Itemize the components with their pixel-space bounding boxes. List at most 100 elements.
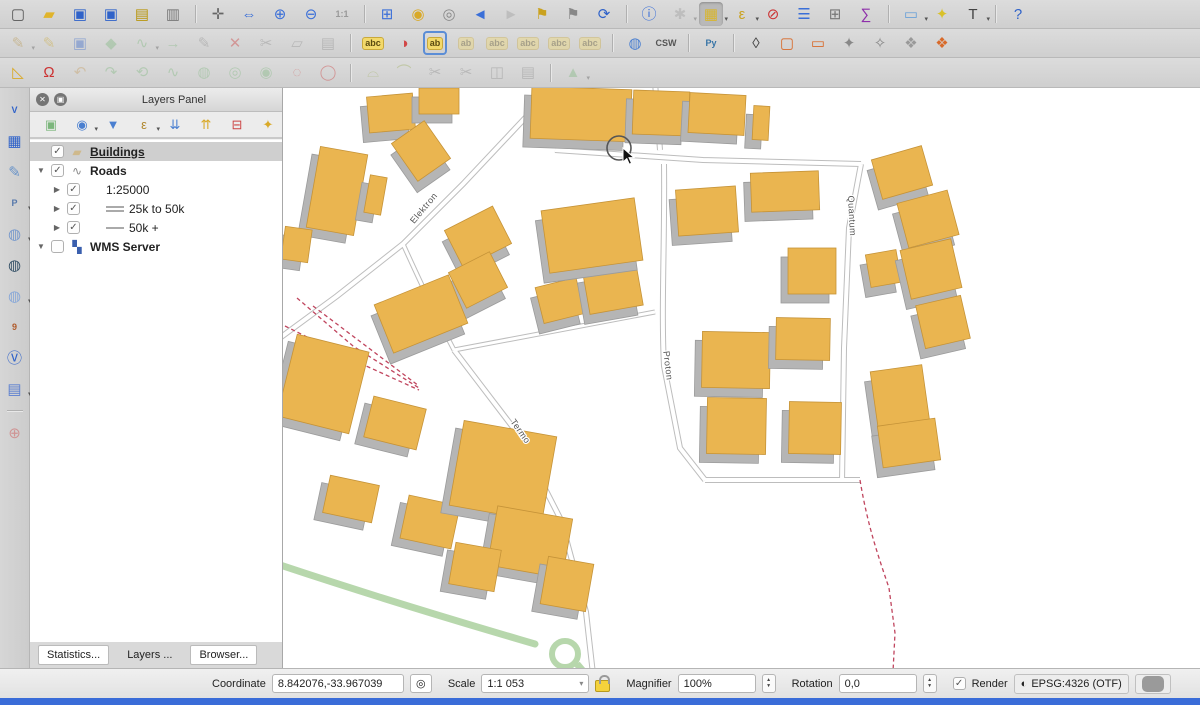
- layer-checkbox[interactable]: ✓: [51, 145, 64, 158]
- pan-map-button[interactable]: ✛: [206, 2, 230, 26]
- map-tips-button[interactable]: ✦: [930, 2, 954, 26]
- tab-layers[interactable]: Layers ...: [119, 646, 180, 664]
- add-part-button[interactable]: ◎: [223, 61, 247, 85]
- split-features-button[interactable]: ✂: [423, 61, 447, 85]
- copy-features-button[interactable]: ▱: [285, 31, 309, 55]
- add-oracle-layer-button[interactable]: 9: [3, 315, 27, 339]
- open-project-button[interactable]: ▰: [37, 2, 61, 26]
- zoom-full-button[interactable]: ⊞: [375, 2, 399, 26]
- add-web-service-button[interactable]: ◍: [623, 31, 647, 55]
- layer-roads[interactable]: ▼ ✓ ∿ Roads: [30, 161, 282, 180]
- scale-combobox[interactable]: 1:1 053 ▾: [481, 674, 589, 693]
- rotate-label-button[interactable]: abc: [547, 31, 571, 55]
- move-label-button[interactable]: abc: [516, 31, 540, 55]
- sep[interactable]: [3, 408, 27, 414]
- new-print-composer-button[interactable]: ▤: [130, 2, 154, 26]
- composer-manager-button[interactable]: ▥: [161, 2, 185, 26]
- simplify-feature-button[interactable]: ∿: [161, 61, 185, 85]
- filter-legend-button[interactable]: ▼: [102, 114, 124, 136]
- tab-browser[interactable]: Browser...: [190, 645, 257, 665]
- identify-features-button[interactable]: ⓘ: [637, 2, 661, 26]
- add-wfs-layer-button[interactable]: ◍: [3, 284, 27, 308]
- new-bookmark-button[interactable]: ⚑: [530, 2, 554, 26]
- statistical-summary-button[interactable]: ∑: [854, 2, 878, 26]
- layer-checkbox[interactable]: [51, 240, 64, 253]
- rotate-feature-button[interactable]: ⟲: [130, 61, 154, 85]
- layer-checkbox[interactable]: ✓: [67, 221, 80, 234]
- layer-checkbox[interactable]: ✓: [51, 164, 64, 177]
- python-console-button[interactable]: Py: [699, 31, 723, 55]
- tab-statistics[interactable]: Statistics...: [38, 645, 109, 665]
- reshape-features-button[interactable]: ⌓: [361, 61, 385, 85]
- save-project-button[interactable]: ▣: [68, 2, 92, 26]
- show-bookmarks-button[interactable]: ⚑: [561, 2, 585, 26]
- undo-button[interactable]: ↶: [68, 61, 92, 85]
- extent-select-button[interactable]: ▢: [775, 31, 799, 55]
- sep[interactable]: [885, 2, 892, 26]
- layer-labeling-button[interactable]: abc: [361, 31, 385, 55]
- split-parts-button[interactable]: ✂: [454, 61, 478, 85]
- sep[interactable]: [623, 2, 630, 26]
- add-postgis-layer-button[interactable]: P: [3, 191, 27, 215]
- coordinate-input[interactable]: 8.842076,-33.967039: [272, 674, 404, 693]
- crs-status-button[interactable]: ◐ EPSG:4326 (OTF): [1014, 674, 1129, 694]
- save-project-as-button[interactable]: ▣: [99, 2, 123, 26]
- save-layer-edits-button[interactable]: ▣: [68, 31, 92, 55]
- plugin-installed-button[interactable]: ❖: [899, 31, 923, 55]
- expand-all-button[interactable]: ⇊: [164, 114, 186, 136]
- merge-features-button[interactable]: ◫: [485, 61, 509, 85]
- annotation-shape-button[interactable]: ◊: [744, 31, 768, 55]
- select-by-expression-button[interactable]: ε: [730, 2, 754, 26]
- sep[interactable]: [347, 61, 354, 85]
- measure-button[interactable]: ▭: [899, 2, 923, 26]
- plugin-add-button[interactable]: ❖: [930, 31, 954, 55]
- scale-lock-icon[interactable]: [595, 680, 610, 692]
- toggle-editing-button[interactable]: ✎: [37, 31, 61, 55]
- add-mssql-layer-button[interactable]: ◍: [3, 253, 27, 277]
- change-label-button[interactable]: abc: [578, 31, 602, 55]
- pan-to-selection-button[interactable]: ⇔: [237, 2, 261, 26]
- expander-icon[interactable]: ▶: [52, 185, 62, 194]
- cad-tools-button[interactable]: ◺: [6, 61, 30, 85]
- zoom-native-button[interactable]: 1:1: [330, 2, 354, 26]
- pin-labels-button[interactable]: ab: [423, 31, 447, 55]
- paste-features-button[interactable]: ▤: [316, 31, 340, 55]
- float-panel-button[interactable]: ▣: [54, 93, 67, 106]
- new-shapefile-layer-button[interactable]: Ⓥ: [3, 346, 27, 370]
- zoom-in-button[interactable]: ⊕: [268, 2, 292, 26]
- sep[interactable]: [361, 2, 368, 26]
- sep[interactable]: [992, 2, 999, 26]
- messages-button[interactable]: [1135, 674, 1171, 694]
- extent-frame-button[interactable]: ▭: [806, 31, 830, 55]
- layer-checkbox[interactable]: ✓: [67, 202, 80, 215]
- filter-by-expression-button[interactable]: ε: [133, 114, 155, 136]
- expander-icon[interactable]: ▼: [36, 242, 46, 251]
- rule-25k-50k[interactable]: ▶ ✓ 25k to 50k: [30, 199, 282, 218]
- delete-ring-button[interactable]: ◌: [285, 61, 309, 85]
- map-canvas[interactable]: ElektronQuantumProtonTermo: [283, 88, 1200, 668]
- sep[interactable]: [547, 61, 554, 85]
- rotation-stepper[interactable]: ▲▼: [923, 674, 937, 693]
- magic-wand-button[interactable]: ✧: [868, 31, 892, 55]
- fill-ring-button[interactable]: ◉: [254, 61, 278, 85]
- zoom-to-selection-button[interactable]: ◉: [406, 2, 430, 26]
- deselect-all-button[interactable]: ⊘: [761, 2, 785, 26]
- add-spatialite-layer-button[interactable]: ◍: [3, 222, 27, 246]
- layer-checkbox[interactable]: ✓: [67, 183, 80, 196]
- text-annotation-button[interactable]: T: [961, 2, 985, 26]
- layer-wms-server[interactable]: ▼ ▚ WMS Server: [30, 237, 282, 256]
- offset-curve-button[interactable]: ⌒: [392, 61, 416, 85]
- current-edits-button[interactable]: ✎: [6, 31, 30, 55]
- add-feature-button[interactable]: ◆: [99, 31, 123, 55]
- magnifier-stepper[interactable]: ▲▼: [762, 674, 776, 693]
- rotate-point-symbols-button[interactable]: ▲: [561, 61, 585, 85]
- node-tool-button[interactable]: ✎: [192, 31, 216, 55]
- snapping-button[interactable]: Ω: [37, 61, 61, 85]
- layer-diagram-button[interactable]: ◑: [392, 31, 416, 55]
- add-circular-string-button[interactable]: ∿: [130, 31, 154, 55]
- show-hide-labels-button[interactable]: abc: [485, 31, 509, 55]
- magnifier-input[interactable]: 100%: [678, 674, 756, 693]
- csw-catalog-button[interactable]: CSW: [654, 31, 678, 55]
- sep[interactable]: [347, 31, 354, 55]
- add-vector-layer-button[interactable]: V: [3, 98, 27, 122]
